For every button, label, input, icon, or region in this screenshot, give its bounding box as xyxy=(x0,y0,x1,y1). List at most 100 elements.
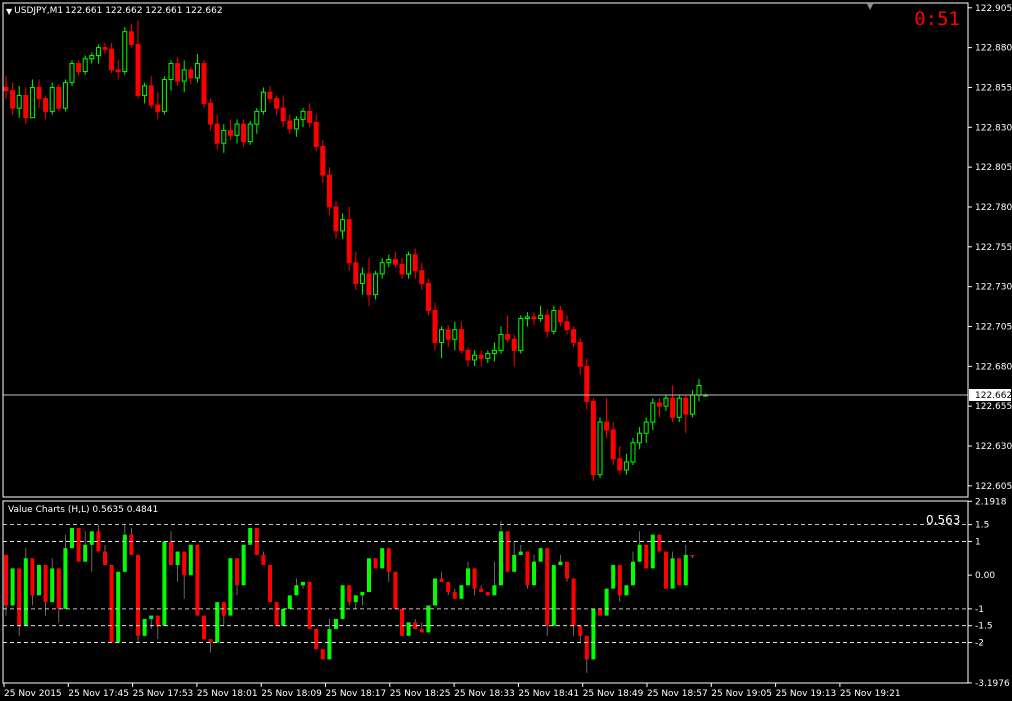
time-tick-label: 25 Nov 17:45 xyxy=(68,689,129,699)
price-candle-body xyxy=(670,397,676,418)
price-tick-label: 122.805 xyxy=(975,163,1012,173)
price-candle-body xyxy=(676,397,682,418)
price-tick-label: 122.905 xyxy=(975,4,1012,14)
price-candle-body xyxy=(412,254,418,272)
price-candle-body xyxy=(571,329,577,343)
indicator-bar xyxy=(611,565,616,589)
indicator-bar xyxy=(518,551,523,555)
price-candle-body xyxy=(353,262,359,284)
indicator-bar xyxy=(367,558,371,592)
price-tick-label: 122.605 xyxy=(975,482,1012,492)
price-candle-body xyxy=(221,129,227,144)
indicator-bar xyxy=(446,581,451,592)
indicator-bar xyxy=(30,558,35,596)
price-candle-body xyxy=(557,310,563,323)
indicator-bar xyxy=(353,595,358,603)
price-candle-body xyxy=(452,329,458,340)
price-candle-body xyxy=(95,47,101,57)
price-candle-body xyxy=(577,341,583,367)
price-candle-body xyxy=(584,365,590,402)
indicator-panel-border xyxy=(2,500,969,684)
current-price-label: 122.662 xyxy=(975,391,1012,401)
indicator-bar xyxy=(56,568,61,609)
indicator-level-label: -3.1976 xyxy=(975,679,1010,689)
indicator-level-label: 0.00 xyxy=(975,571,995,581)
indicator-bar xyxy=(116,571,121,643)
price-candle-body xyxy=(313,122,319,147)
price-candle-body xyxy=(491,349,497,355)
indicator-bar xyxy=(373,558,378,569)
price-candle-body xyxy=(656,402,662,407)
price-candle-body xyxy=(373,273,379,296)
time-tick-label: 25 Nov 17:53 xyxy=(133,689,194,699)
price-candle-body xyxy=(663,397,669,407)
indicator-bar xyxy=(122,534,127,572)
scroll-marker[interactable]: ▼ xyxy=(867,2,873,11)
time-tick-label: 25 Nov 2015 xyxy=(4,689,62,699)
chart-canvas[interactable]: 122.905 122.880 122.855 122.830 122.805 122.7… xyxy=(0,0,1012,701)
indicator-bar xyxy=(393,571,398,609)
indicator-bar xyxy=(37,565,41,596)
price-candle-body xyxy=(122,31,128,73)
indicator-bar xyxy=(604,588,609,616)
indicator-bar xyxy=(109,565,114,643)
price-candle-body xyxy=(544,314,550,332)
price-candle-body xyxy=(142,85,148,96)
indicator-bar xyxy=(459,585,464,599)
indicator-bar xyxy=(195,544,200,616)
indicator-bar xyxy=(268,565,272,603)
price-candle-body xyxy=(551,310,557,332)
indicator-bar xyxy=(228,558,233,616)
indicator-level-label: -1.5 xyxy=(975,622,993,632)
indicator-bar xyxy=(433,578,437,606)
price-candle-body xyxy=(564,321,570,331)
price-candle-body xyxy=(280,107,286,122)
indicator-bar xyxy=(327,629,332,660)
price-candle-body xyxy=(128,31,134,45)
price-candle-body xyxy=(359,273,365,284)
price-candle-body xyxy=(168,63,174,80)
price-candle-body xyxy=(43,98,49,112)
indicator-bar xyxy=(261,554,266,566)
price-candle-body xyxy=(175,63,181,82)
indicator-bar xyxy=(419,629,424,633)
indicator-bar xyxy=(644,544,649,569)
indicator-bar xyxy=(43,565,48,603)
time-tick-label: 25 Nov 18:01 xyxy=(197,689,258,699)
indicator-bar xyxy=(23,558,28,626)
indicator-bar xyxy=(175,551,180,566)
indicator-bar xyxy=(690,554,695,557)
price-candle-body xyxy=(3,86,9,92)
time-tick-label: 25 Nov 18:57 xyxy=(647,689,708,699)
indicator-bar xyxy=(129,534,134,555)
indicator-bar xyxy=(89,531,94,545)
time-tick-label: 25 Nov 18:17 xyxy=(326,689,387,699)
indicator-bar xyxy=(558,561,563,566)
price-axis: 122.905 122.880 122.855 122.830 122.805 122.7… xyxy=(3,4,1012,492)
price-candle-body xyxy=(214,123,220,144)
indicator-bar xyxy=(571,578,576,626)
price-tick-label: 122.780 xyxy=(975,203,1012,213)
price-candle-body xyxy=(386,259,392,264)
price-candle-body xyxy=(425,282,431,312)
price-candle-body xyxy=(326,174,332,208)
indicator-bar xyxy=(208,639,213,643)
price-candle-body xyxy=(300,110,306,120)
time-tick-label: 25 Nov 18:49 xyxy=(583,689,644,699)
time-tick-label: 25 Nov 18:33 xyxy=(454,689,515,699)
main-panel-border xyxy=(2,2,969,498)
price-candle-body xyxy=(241,123,247,143)
indicator-bar xyxy=(301,581,305,586)
candle-timer: 0:51 xyxy=(914,8,960,30)
time-tick-label: 25 Nov 19:21 xyxy=(840,689,901,699)
indicator-levels: 2.1918 1.5 1 0.00 -1 -1.5 -2 -3.1976 xyxy=(3,497,1010,689)
price-candle-body xyxy=(69,63,75,84)
indicator-bar xyxy=(103,551,107,566)
indicator-bar xyxy=(340,585,345,619)
indicator-bar xyxy=(426,605,431,633)
triangle-down-icon[interactable]: ▼ xyxy=(6,7,12,16)
price-candle-body xyxy=(531,316,537,320)
indicator-bar xyxy=(320,649,325,660)
indicator-bar xyxy=(360,592,365,596)
indicator-bar xyxy=(281,608,286,626)
